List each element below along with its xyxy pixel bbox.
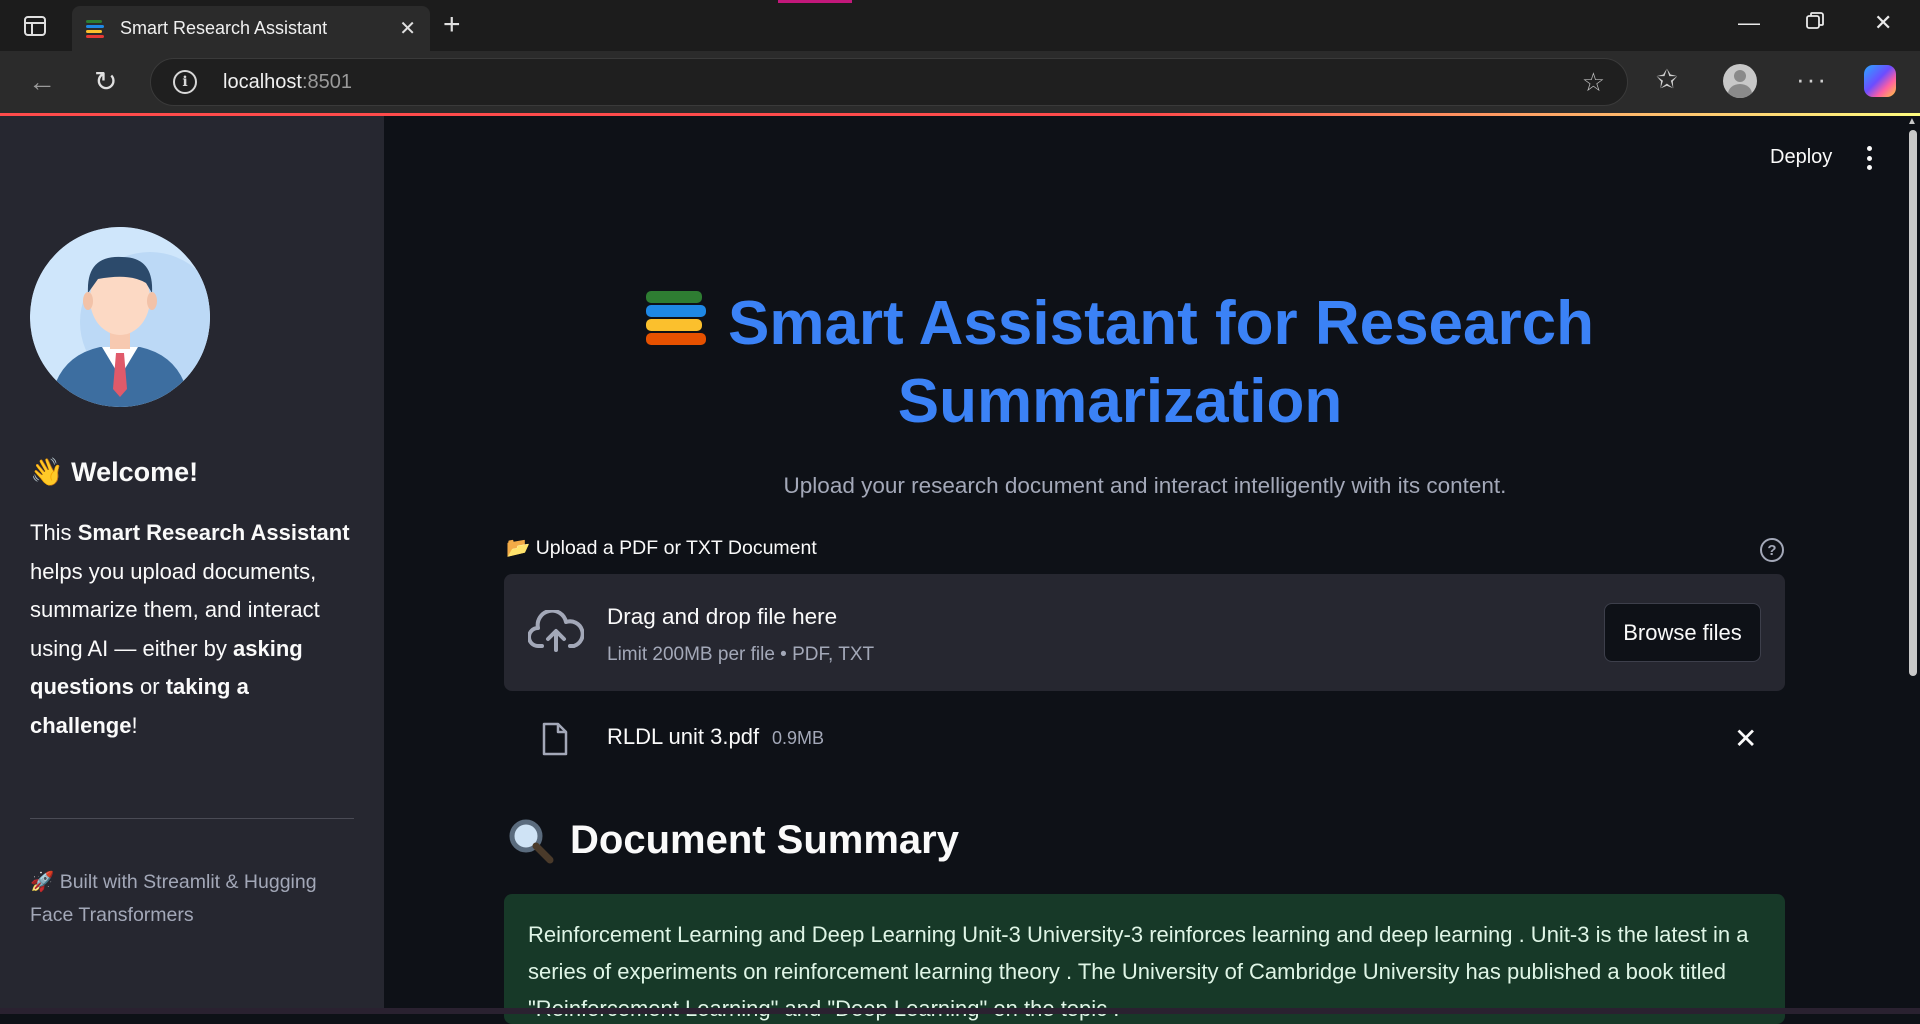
- tab-close-icon[interactable]: ✕: [399, 16, 416, 41]
- restore-icon[interactable]: [1806, 10, 1824, 36]
- help-icon[interactable]: ?: [1760, 538, 1784, 562]
- address-bar[interactable]: i localhost :8501 ☆: [150, 58, 1628, 106]
- summary-heading: Document Summary: [506, 816, 959, 864]
- page-scrollbar[interactable]: ▲: [1904, 116, 1920, 1014]
- remove-file-icon[interactable]: ✕: [1734, 722, 1757, 755]
- uploaded-file-row: RLDL unit 3.pdf 0.9MB ✕: [504, 712, 1785, 766]
- summary-text: Reinforcement Learning and Deep Learning…: [528, 922, 1749, 1021]
- built-with-text: Built with Streamlit & Hugging Face Tran…: [30, 871, 317, 926]
- back-icon[interactable]: ←: [28, 67, 56, 97]
- window-accent: [778, 0, 852, 3]
- dropzone-instructions: Drag and drop file here: [607, 604, 838, 629]
- assistant-avatar: [30, 227, 210, 407]
- about-bold-app-name: Smart Research Assistant: [77, 520, 350, 545]
- site-info-icon[interactable]: i: [173, 70, 197, 94]
- sidebar: 👋 Welcome! This Smart Research Assistant…: [0, 116, 384, 1014]
- copilot-icon[interactable]: [1864, 65, 1896, 97]
- page-subtitle: Upload your research document and intera…: [783, 473, 1507, 498]
- magnifier-icon: [509, 819, 554, 864]
- browser-tab-bar: Smart Research Assistant ✕ + — ✕: [0, 0, 1920, 51]
- browser-tab-active[interactable]: Smart Research Assistant ✕: [72, 6, 430, 51]
- summary-success-box: Reinforcement Learning and Deep Learning…: [504, 894, 1785, 1024]
- tab-actions-button[interactable]: [20, 14, 50, 38]
- window-close-icon[interactable]: ✕: [1874, 10, 1892, 36]
- more-options-icon[interactable]: ···: [1796, 64, 1828, 95]
- sidebar-divider: [30, 818, 354, 819]
- favorite-star-icon[interactable]: ☆: [1582, 67, 1605, 98]
- browser-toolbar: ← ↻ i localhost :8501 ☆ ✩ ···: [0, 51, 1920, 113]
- file-icon: [542, 722, 568, 756]
- tab-actions-icon: [24, 16, 46, 36]
- browse-files-button[interactable]: Browse files: [1604, 603, 1761, 662]
- cloud-upload-icon: [528, 610, 584, 652]
- main-menu-icon[interactable]: [1863, 146, 1875, 170]
- address-host: localhost: [223, 70, 302, 93]
- profile-avatar-icon[interactable]: [1723, 64, 1757, 98]
- address-port: :8501: [301, 70, 352, 93]
- minimize-icon[interactable]: —: [1738, 10, 1760, 36]
- title-line-2: Summarization: [897, 367, 1343, 436]
- new-tab-icon[interactable]: +: [443, 10, 461, 40]
- window-bottom-edge: [0, 1008, 1920, 1014]
- scroll-up-icon[interactable]: ▲: [1907, 116, 1917, 127]
- sidebar-about-text: This Smart Research Assistant helps you …: [30, 514, 360, 745]
- main-content: [384, 116, 1904, 1014]
- page-title: Smart Assistant for Research Summarizati…: [600, 285, 1640, 441]
- about-text-part: This: [30, 520, 78, 545]
- scroll-thumb[interactable]: [1909, 130, 1917, 676]
- welcome-heading: 👋 Welcome!: [30, 456, 198, 488]
- folder-icon: 📂: [506, 537, 531, 559]
- books-icon: [645, 290, 706, 349]
- deploy-button[interactable]: Deploy: [1770, 146, 1832, 169]
- about-text-part: or: [133, 674, 166, 699]
- welcome-text: Welcome!: [71, 457, 199, 487]
- uploaded-file-size: 0.9MB: [772, 728, 825, 748]
- uploader-label: 📂 Upload a PDF or TXT Document: [506, 536, 817, 560]
- favorites-icon[interactable]: ✩: [1656, 64, 1678, 95]
- businessman-avatar-icon: [30, 227, 210, 407]
- books-favicon-icon: [86, 19, 106, 39]
- rocket-icon: 🚀: [30, 871, 55, 893]
- dropzone-limit: Limit 200MB per file • PDF, TXT: [607, 644, 875, 665]
- summary-heading-text: Document Summary: [570, 817, 959, 862]
- file-dropzone[interactable]: Drag and drop file here Limit 200MB per …: [504, 574, 1785, 691]
- tab-title: Smart Research Assistant: [120, 18, 328, 38]
- waving-hand-icon: 👋: [30, 457, 64, 487]
- reload-icon[interactable]: ↻: [94, 67, 117, 97]
- uploaded-file-name: RLDL unit 3.pdf: [607, 724, 760, 749]
- title-line-1: Smart Assistant for Research: [727, 289, 1595, 358]
- about-text-part: !: [131, 712, 138, 738]
- built-with-caption: 🚀 Built with Streamlit & Hugging Face Tr…: [30, 866, 350, 932]
- uploader-label-text: Upload a PDF or TXT Document: [535, 537, 817, 559]
